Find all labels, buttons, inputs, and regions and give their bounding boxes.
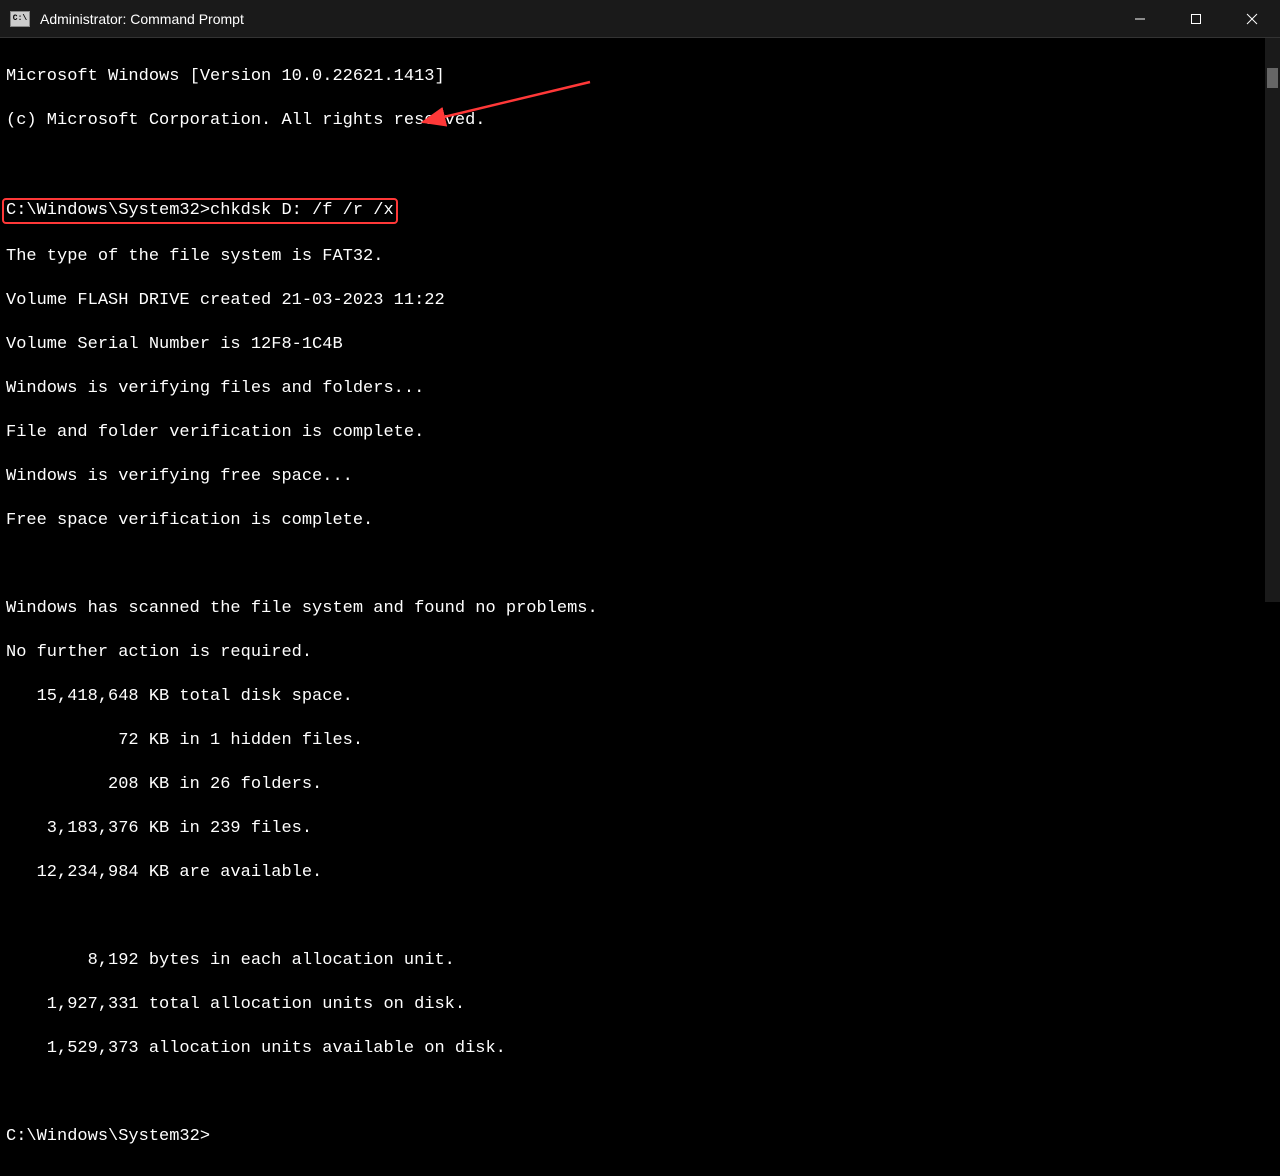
output-line: 8,192 bytes in each allocation unit. [6, 950, 1274, 972]
output-line: Windows is verifying files and folders..… [6, 378, 1274, 400]
output-line: 3,183,376 KB in 239 files. [6, 818, 1274, 840]
maximize-button[interactable] [1168, 0, 1224, 38]
output-line: Volume FLASH DRIVE created 21-03-2023 11… [6, 290, 1274, 312]
minimize-button[interactable] [1112, 0, 1168, 38]
output-line: 12,234,984 KB are available. [6, 862, 1274, 884]
scrollbar-track[interactable] [1265, 38, 1280, 602]
command-text: chkdsk D: /f /r /x [210, 201, 394, 220]
output-line: Microsoft Windows [Version 10.0.22621.14… [6, 66, 1274, 88]
output-line: 1,927,331 total allocation units on disk… [6, 994, 1274, 1016]
output-line: 1,529,373 allocation units available on … [6, 1038, 1274, 1060]
output-line: (c) Microsoft Corporation. All rights re… [6, 110, 1274, 132]
cmd-icon-label: C:\ [13, 14, 27, 23]
output-line: Windows has scanned the file system and … [6, 598, 1274, 620]
output-line: 208 KB in 26 folders. [6, 774, 1274, 796]
prompt-path: C:\Windows\System32> [6, 201, 210, 220]
output-line: 72 KB in 1 hidden files. [6, 730, 1274, 752]
output-line: 15,418,648 KB total disk space. [6, 686, 1274, 708]
blank-line [6, 1082, 1274, 1104]
blank-line [6, 154, 1274, 176]
output-line: Windows is verifying free space... [6, 466, 1274, 488]
output-line: Free space verification is complete. [6, 510, 1274, 532]
output-line: File and folder verification is complete… [6, 422, 1274, 444]
window-titlebar: C:\ Administrator: Command Prompt [0, 0, 1280, 38]
output-line: Volume Serial Number is 12F8-1C4B [6, 334, 1274, 356]
output-line: The type of the file system is FAT32. [6, 246, 1274, 268]
cmd-icon: C:\ [10, 11, 30, 27]
scrollbar-thumb[interactable] [1267, 68, 1278, 88]
window-controls [1112, 0, 1280, 37]
blank-line [6, 554, 1274, 576]
terminal-output[interactable]: Microsoft Windows [Version 10.0.22621.14… [0, 38, 1280, 1176]
window-title: Administrator: Command Prompt [40, 11, 1112, 27]
prompt-line: C:\Windows\System32> [6, 1126, 1274, 1148]
highlighted-command-box: C:\Windows\System32>chkdsk D: /f /r /x [2, 198, 398, 224]
close-button[interactable] [1224, 0, 1280, 38]
output-line: No further action is required. [6, 642, 1274, 664]
blank-line [6, 906, 1274, 928]
command-line: C:\Windows\System32>chkdsk D: /f /r /x [6, 198, 1274, 224]
